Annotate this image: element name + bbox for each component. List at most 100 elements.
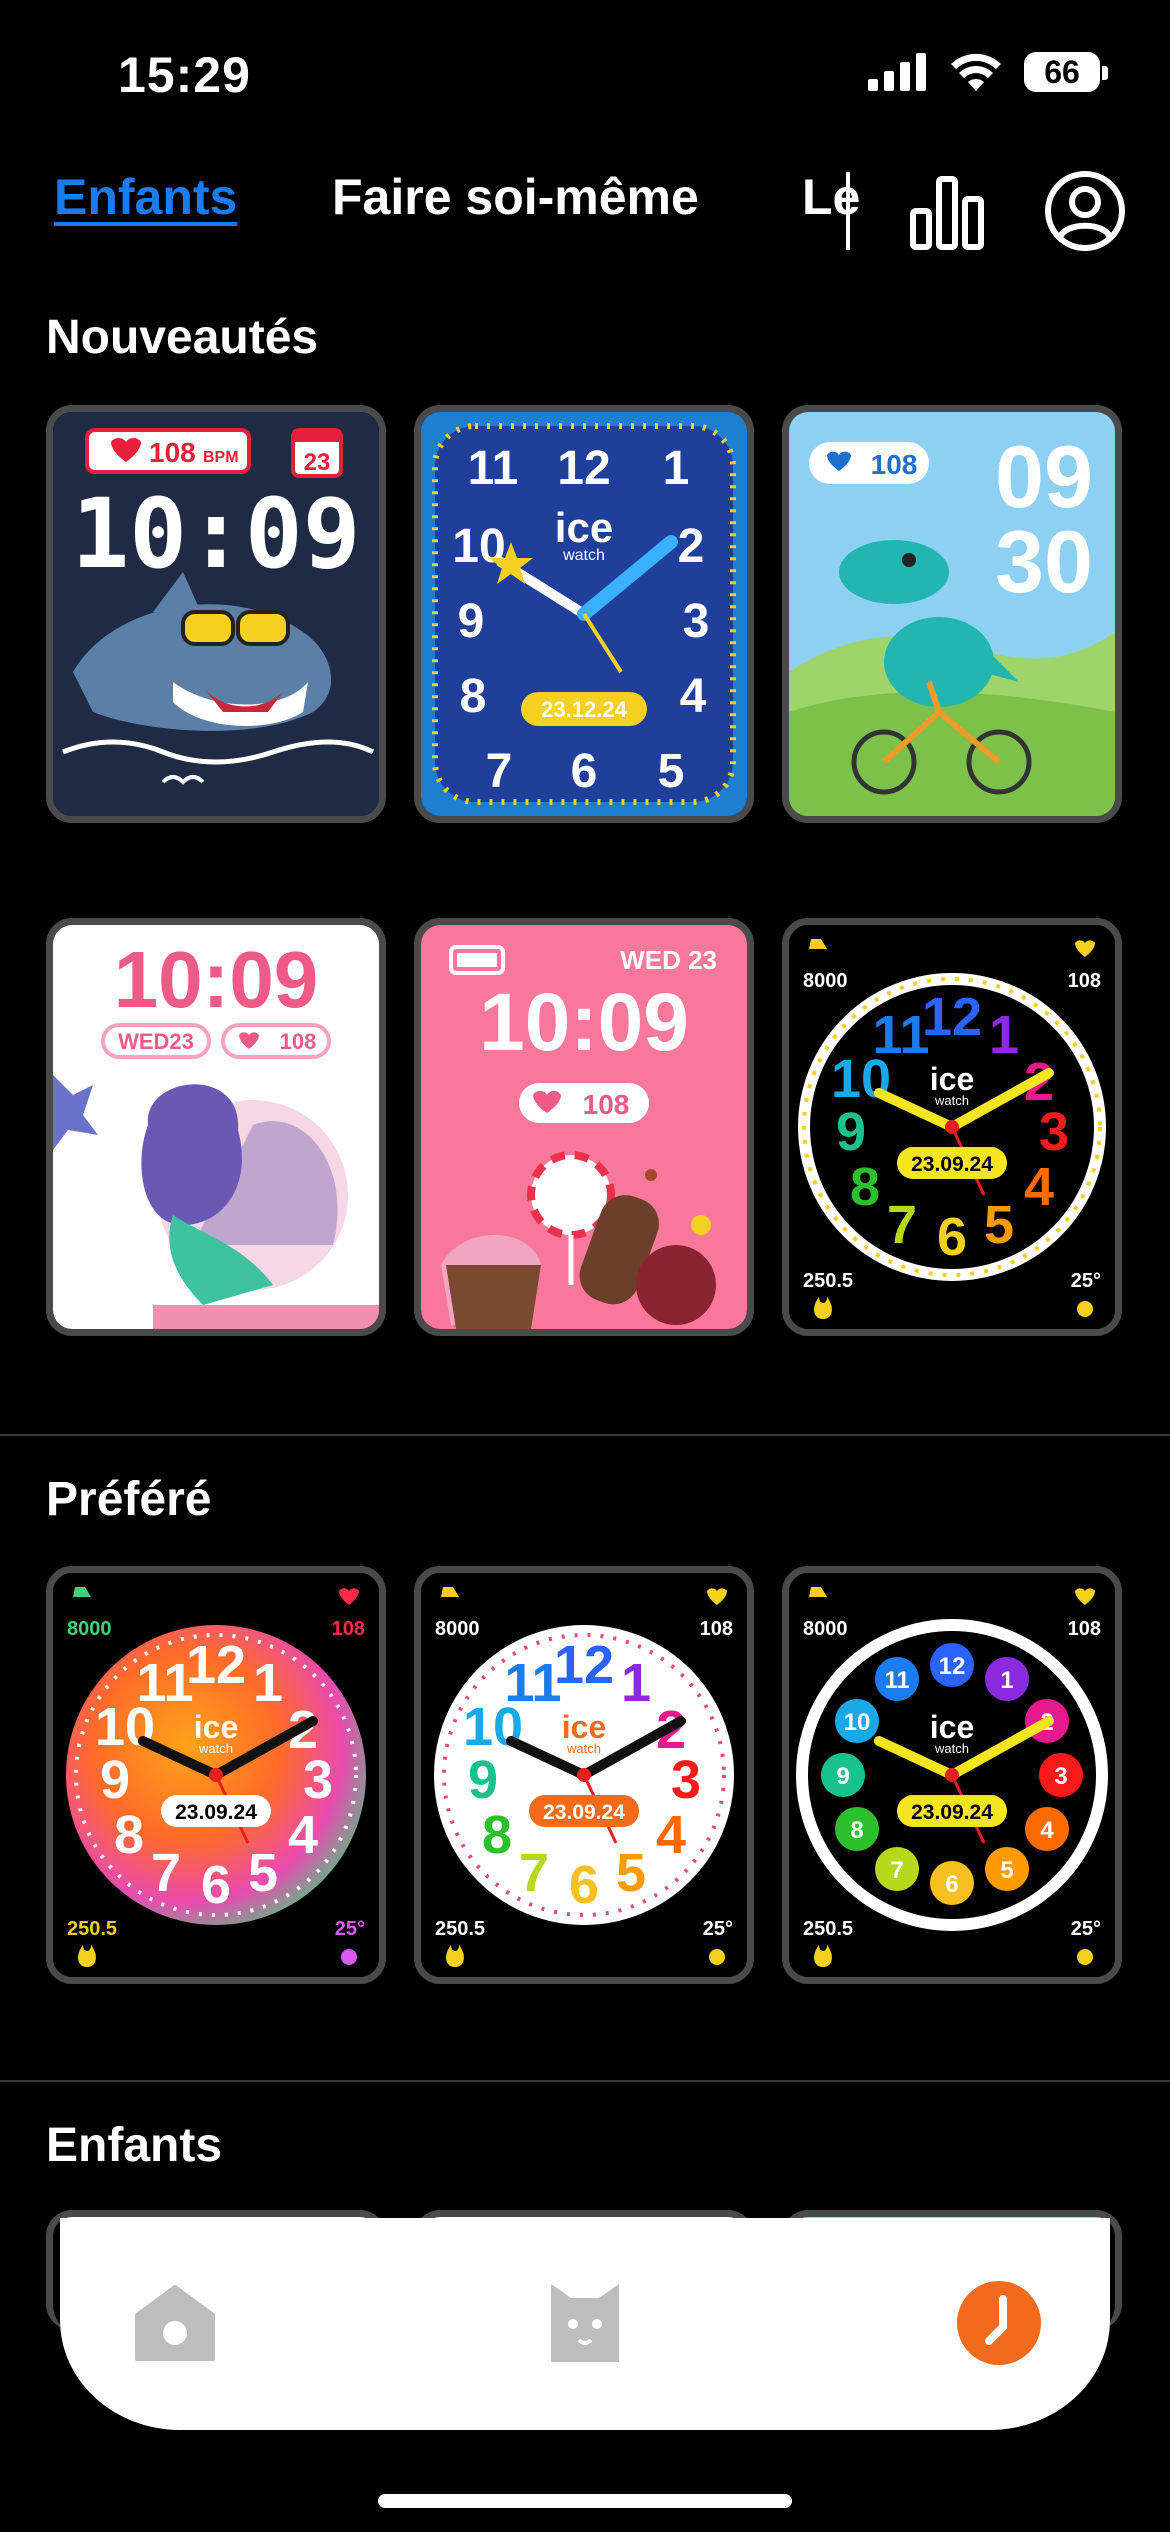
dial-number: 8 [460, 670, 487, 723]
battery-icon: 66 [1024, 52, 1108, 92]
section-separator [0, 1434, 1170, 1436]
svg-text:7: 7 [151, 1843, 181, 1903]
day-value: WED 23 [620, 945, 717, 975]
bpm-value: 108 [280, 1029, 317, 1054]
svg-text:8: 8 [850, 1817, 863, 1844]
bpm-value: 108 [1068, 970, 1101, 992]
svg-text:8: 8 [114, 1805, 144, 1865]
time-display: 10:09 [479, 977, 689, 1068]
tab-le[interactable]: Le [802, 168, 860, 226]
watchface-card-dino[interactable]: 108 09 30 [782, 405, 1122, 823]
svg-text:1: 1 [1000, 1667, 1013, 1694]
svg-text:11: 11 [504, 1653, 561, 1713]
svg-text:9: 9 [100, 1750, 130, 1810]
sun-icon [1077, 1301, 1093, 1317]
svg-text:12: 12 [186, 1635, 246, 1695]
tab-faire-soi-meme[interactable]: Faire soi-même [332, 168, 699, 226]
nav-home[interactable] [120, 2268, 230, 2378]
svg-text:4: 4 [656, 1805, 686, 1865]
brand-logo: ice [194, 1709, 238, 1745]
temperature-value: 25° [335, 1918, 365, 1940]
dial-number: 9 [458, 595, 485, 648]
user-icon [1045, 171, 1125, 251]
bpm-value: 108 [871, 449, 918, 480]
signal-icon [868, 53, 926, 91]
calories-value: 250.5 [67, 1918, 117, 1940]
profile-button[interactable] [1042, 168, 1128, 254]
svg-text:9: 9 [836, 1102, 866, 1162]
temperature-value: 25° [1071, 1270, 1101, 1292]
watchface-card-analog-blue[interactable]: 12 1 2 3 4 5 6 7 8 9 10 11 ice watch 23.… [414, 405, 754, 823]
watchface-card-rainbow-white[interactable]: 8000 108 121 23 45 67 89 1011 ice watch … [414, 1566, 754, 1984]
bar-chart-icon [910, 176, 984, 250]
svg-text:4: 4 [288, 1805, 318, 1865]
dial-number: 2 [678, 520, 705, 573]
svg-text:6: 6 [569, 1855, 599, 1915]
watchface-card-rainbow-hearts[interactable]: 8000 108 1212 345 678 91011 ice watch 23… [782, 1566, 1122, 1984]
clock-icon [957, 2281, 1041, 2365]
svg-text:11: 11 [136, 1653, 193, 1713]
svg-text:7: 7 [890, 1857, 903, 1884]
bottom-navigation [60, 2218, 1110, 2430]
bpm-value: 108 [1068, 1618, 1101, 1640]
steps-value: 8000 [67, 1618, 112, 1640]
svg-text:3: 3 [1054, 1763, 1067, 1790]
dial-number: 3 [683, 595, 710, 648]
bpm-unit: BPM [203, 449, 239, 466]
svg-text:6: 6 [201, 1855, 231, 1915]
sun-icon [709, 1949, 725, 1965]
svg-text:11: 11 [884, 1667, 909, 1694]
date-value: 23.09.24 [175, 1801, 257, 1824]
svg-text:3: 3 [303, 1750, 333, 1810]
svg-text:6: 6 [945, 1871, 958, 1898]
brand-logo: ice [562, 1709, 606, 1745]
svg-text:9: 9 [836, 1763, 849, 1790]
svg-text:12: 12 [939, 1653, 966, 1680]
watchface-card-candy[interactable]: WED 23 10:09 108 [414, 918, 754, 1336]
sun-icon [341, 1949, 357, 1965]
dial-number: 11 [468, 442, 519, 495]
watchface-card-rainbow-gradient[interactable]: 8000 108 1212 345 678 91011 ice watch 23… [46, 1566, 386, 1984]
bpm-value: 108 [583, 1089, 630, 1120]
dial-number: 4 [680, 670, 707, 723]
dial-number: 5 [658, 745, 685, 798]
tab-enfants[interactable]: Enfants [54, 168, 237, 226]
section-title-favorite: Préféré [46, 1473, 212, 1526]
svg-text:7: 7 [887, 1195, 917, 1255]
home-icon [135, 2285, 215, 2361]
svg-text:5: 5 [248, 1843, 278, 1903]
date-value: 23.09.24 [543, 1801, 625, 1824]
bpm-value: 108 [332, 1618, 365, 1640]
watchface-card-rainbow-black[interactable]: 8000 108 121 23 45 67 89 1011 ice watch … [782, 918, 1122, 1336]
steps-value: 8000 [803, 970, 848, 992]
watchface-card-mermaid[interactable]: 10:09 WED23 108 [46, 918, 386, 1336]
steps-value: 8000 [435, 1618, 480, 1640]
home-indicator [378, 2494, 792, 2508]
svg-text:1: 1 [989, 1005, 1019, 1065]
brand-logo-sub: watch [562, 547, 605, 564]
section-title-kids: Enfants [46, 2119, 223, 2172]
brand-logo: ice [555, 504, 613, 551]
svg-text:1: 1 [253, 1653, 283, 1713]
nav-clock[interactable] [944, 2268, 1054, 2378]
section-separator [0, 2080, 1170, 2082]
status-time: 15:29 [118, 47, 251, 103]
svg-text:8: 8 [850, 1157, 880, 1217]
svg-text:11: 11 [872, 1005, 929, 1065]
svg-text:4: 4 [1024, 1157, 1054, 1217]
dial-number: 7 [486, 745, 513, 798]
svg-text:3: 3 [1039, 1102, 1069, 1162]
brand-logo-sub: watch [566, 1741, 601, 1756]
svg-text:12: 12 [554, 1635, 614, 1695]
steps-value: 8000 [803, 1618, 848, 1640]
brand-logo-sub: watch [934, 1093, 969, 1108]
nav-watch[interactable] [530, 2268, 640, 2378]
watchface-card-shark[interactable]: 108 BPM 23 10:09 [46, 405, 386, 823]
calories-value: 250.5 [803, 1270, 853, 1292]
date-value: 23 [304, 449, 331, 476]
stats-button[interactable] [904, 168, 990, 254]
svg-text:8: 8 [482, 1805, 512, 1865]
battery-level: 66 [1044, 53, 1080, 90]
svg-text:5: 5 [984, 1195, 1014, 1255]
dial-number: 1 [663, 442, 690, 495]
